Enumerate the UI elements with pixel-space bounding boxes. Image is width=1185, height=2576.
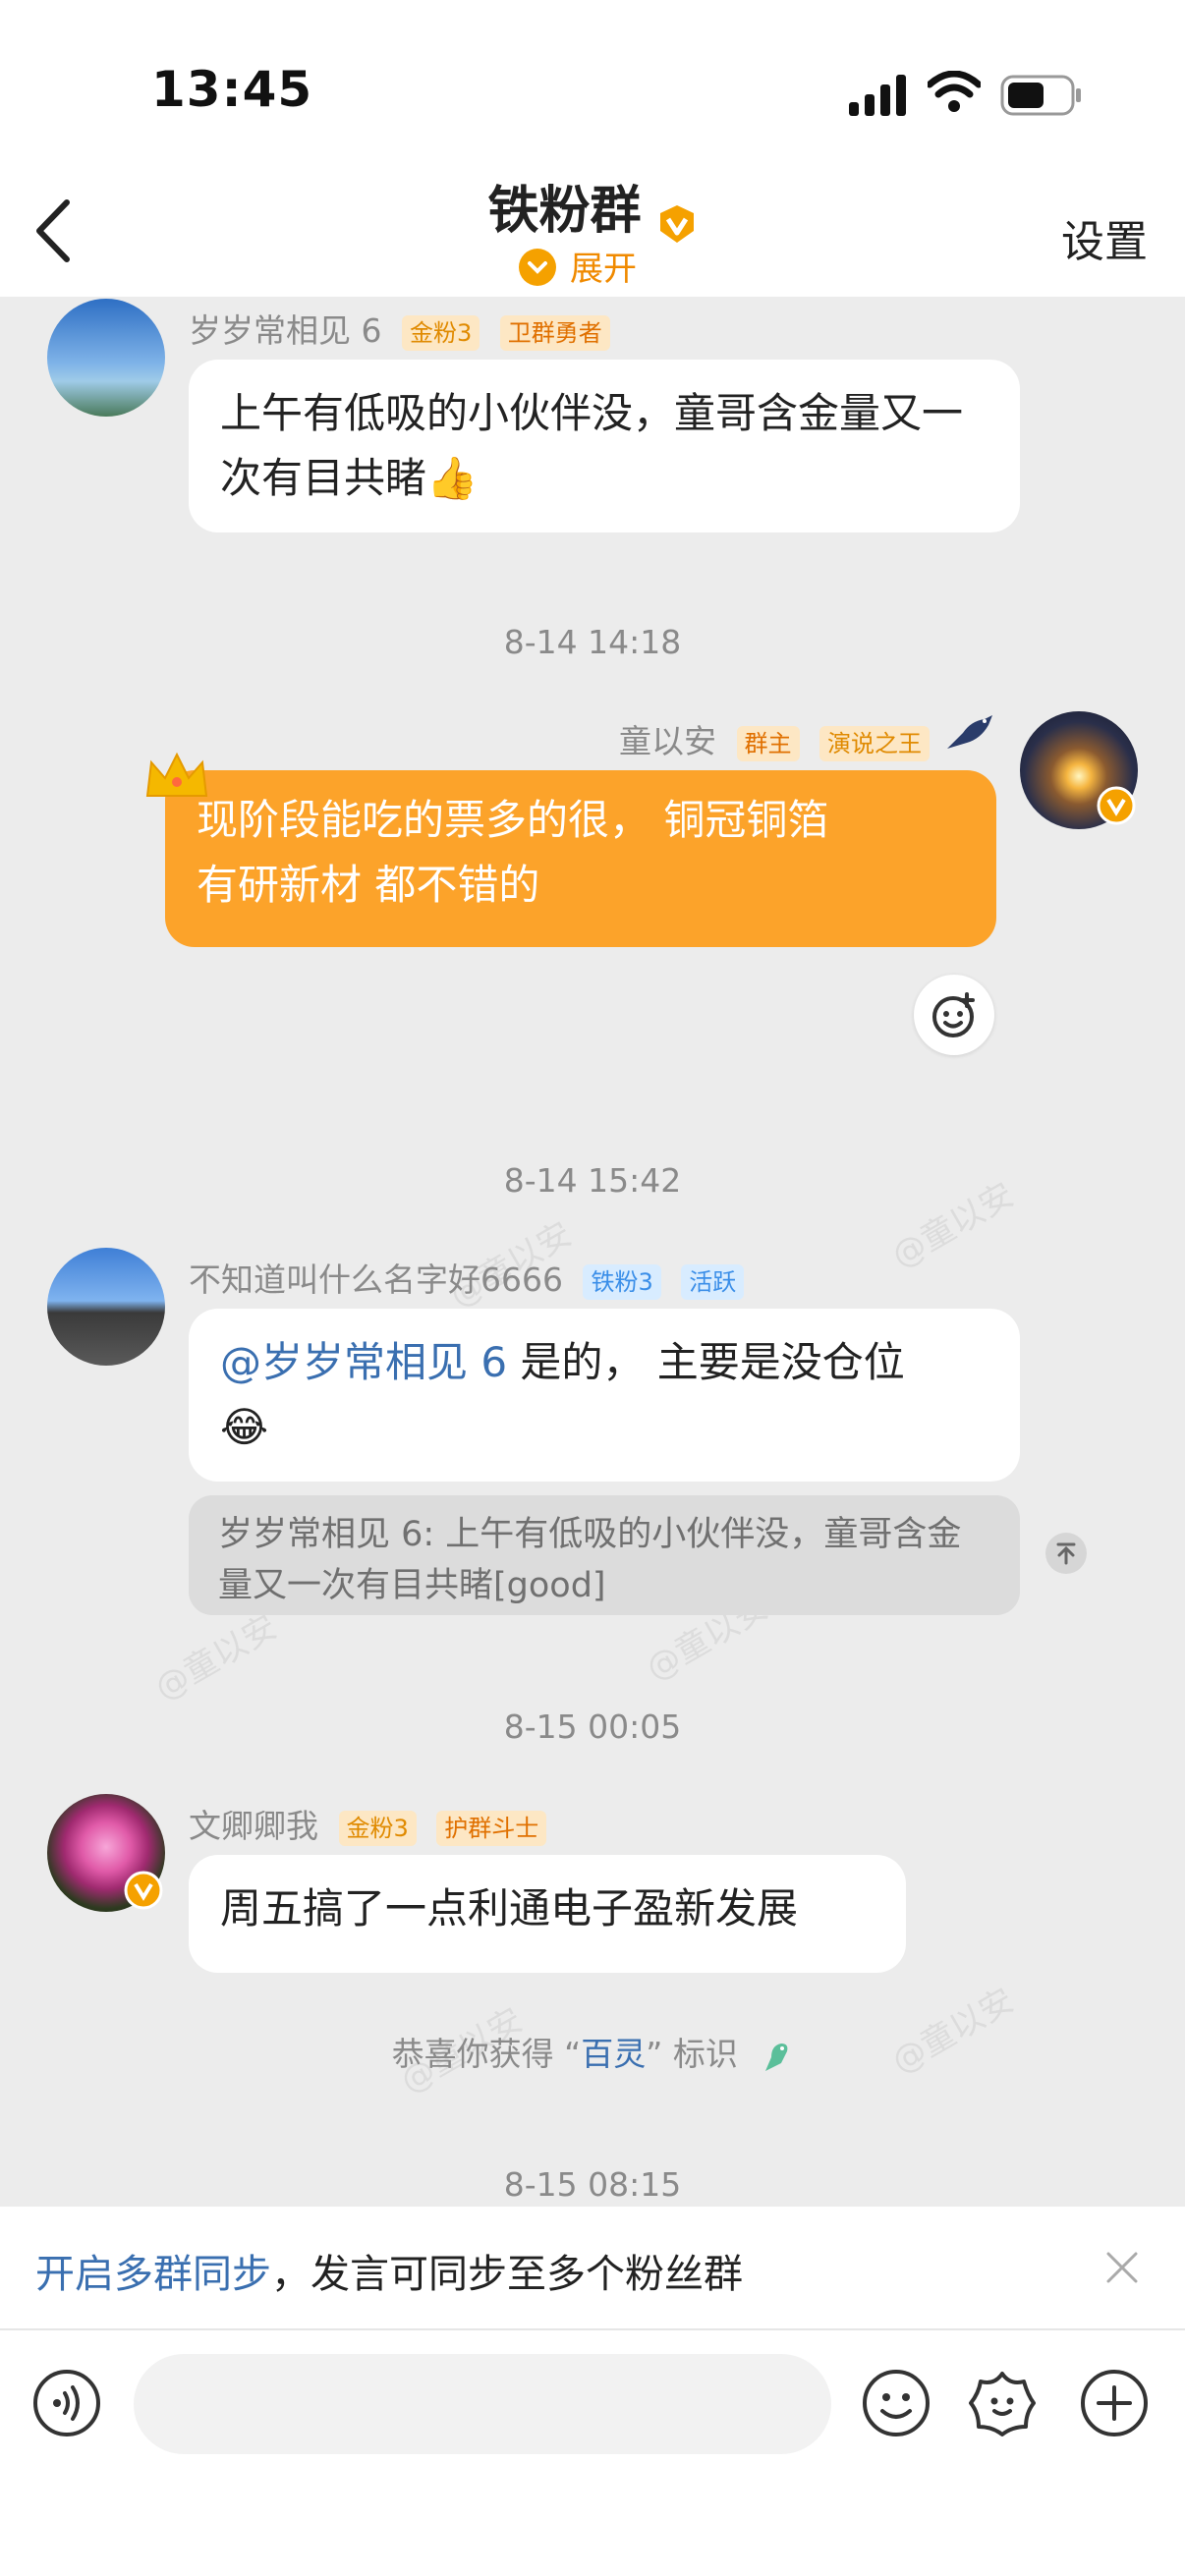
title-badge: 护群斗士 — [436, 1810, 547, 1846]
system-notice: 恭喜你获得 “百灵” 标识 — [0, 2028, 1185, 2075]
verified-v-icon — [124, 1871, 163, 1910]
sender-name: 童以安 — [619, 722, 716, 760]
message-bubble[interactable]: 周五搞了一点利通电子盈新发展 — [189, 1855, 906, 1973]
active-badge: 活跃 — [681, 1263, 745, 1300]
watermark: @童以安 — [147, 1607, 284, 1708]
settings-button[interactable]: 设置 — [1061, 206, 1148, 269]
message-sender: 岁岁常相见 6 金粉3 卫群勇者 — [189, 305, 610, 352]
scroll-top-icon — [1056, 1542, 1076, 1565]
avatar[interactable] — [47, 299, 165, 417]
battery-icon — [1000, 75, 1081, 116]
message-bubble[interactable]: 上午有低吸的小伙伴没，童哥含金量又一次有目共睹👍 — [189, 360, 1020, 532]
system-text: ” 标识 — [646, 2035, 738, 2073]
quoted-message[interactable]: 岁岁常相见 6: 上午有低吸的小伙伴没，童哥含金量又一次有目共睹[good] — [189, 1495, 1020, 1615]
group-name: 铁粉群 — [487, 182, 642, 241]
sync-banner: 开启多群同步，发言可同步至多个粉丝群 — [0, 2207, 1185, 2330]
add-reaction-button[interactable] — [914, 975, 994, 1055]
message-text: 是的， 主要是没仓位 — [507, 1338, 905, 1386]
title-badge: 卫群勇者 — [499, 314, 610, 351]
scroll-top-button[interactable] — [1045, 1533, 1087, 1574]
expand-button[interactable]: 展开 — [519, 242, 637, 290]
sender-name: 文卿卿我 — [189, 1807, 318, 1845]
message-line: 有研新材 都不错的 — [197, 861, 540, 909]
sync-banner-text: 开启多群同步，发言可同步至多个粉丝群 — [35, 2242, 743, 2299]
chat-title: 铁粉群 — [0, 169, 1185, 245]
message-line: 现阶段能吃的票多的很， 铜冠铜箔 — [197, 796, 829, 844]
owner-badge: 群主 — [736, 725, 800, 761]
top-bar: 13:45 铁粉群 展开 设置 — [0, 0, 1185, 297]
message-bubble[interactable]: 现阶段能吃的票多的很， 铜冠铜箔 有研新材 都不错的 — [165, 770, 996, 947]
sender-name: 岁岁常相见 6 — [189, 311, 382, 350]
plus-icon[interactable] — [1079, 2368, 1150, 2438]
timestamp: 8-15 08:15 — [503, 2165, 682, 2204]
wifi-icon — [928, 71, 981, 112]
message-sender: 童以安 群主 演说之王 — [619, 715, 930, 762]
bird-icon — [947, 715, 992, 749]
message-input[interactable] — [134, 2354, 831, 2454]
timestamp: 8-14 15:42 — [503, 1161, 682, 1200]
timestamp: 8-14 14:18 — [503, 623, 682, 661]
add-reaction-icon — [932, 992, 975, 1037]
emoji-icon[interactable] — [861, 2368, 931, 2438]
verified-v-icon — [659, 204, 694, 243]
enable-sync-link[interactable]: 开启多群同步 — [35, 2252, 271, 2297]
bird-icon — [765, 2043, 788, 2071]
title-badge: 演说之王 — [819, 725, 930, 761]
expand-label: 展开 — [570, 250, 637, 289]
system-text: 恭喜你获得 “ — [391, 2035, 582, 2073]
signal-icon — [849, 75, 906, 116]
fan-level-badge: 铁粉3 — [583, 1263, 661, 1300]
message-sender: 文卿卿我 金粉3 护群斗士 — [189, 1800, 547, 1847]
sender-name: 不知道叫什么名字好6666 — [189, 1260, 563, 1299]
message-bubble[interactable]: @岁岁常相见 6 是的， 主要是没仓位 😂 — [189, 1309, 1020, 1482]
crown-icon — [145, 752, 208, 797]
avatar[interactable] — [47, 1248, 165, 1366]
badge-name: 百灵 — [581, 2035, 647, 2073]
fan-level-badge: 金粉3 — [338, 1810, 417, 1846]
verified-v-icon — [1097, 786, 1136, 825]
close-icon[interactable] — [1104, 2250, 1140, 2285]
fan-level-badge: 金粉3 — [402, 314, 480, 351]
chevron-down-icon — [519, 248, 556, 286]
mention-link[interactable]: @岁岁常相见 6 — [220, 1338, 507, 1386]
voice-icon[interactable] — [31, 2368, 102, 2438]
timestamp: 8-15 00:05 — [503, 1708, 682, 1746]
sticker-icon[interactable] — [967, 2368, 1038, 2438]
status-time: 13:45 — [151, 61, 313, 118]
laughing-emoji: 😂 — [220, 1403, 269, 1451]
input-bar — [0, 2330, 1185, 2576]
message-sender: 不知道叫什么名字好6666 铁粉3 活跃 — [189, 1254, 745, 1301]
sync-description: ，发言可同步至多个粉丝群 — [271, 2252, 743, 2297]
